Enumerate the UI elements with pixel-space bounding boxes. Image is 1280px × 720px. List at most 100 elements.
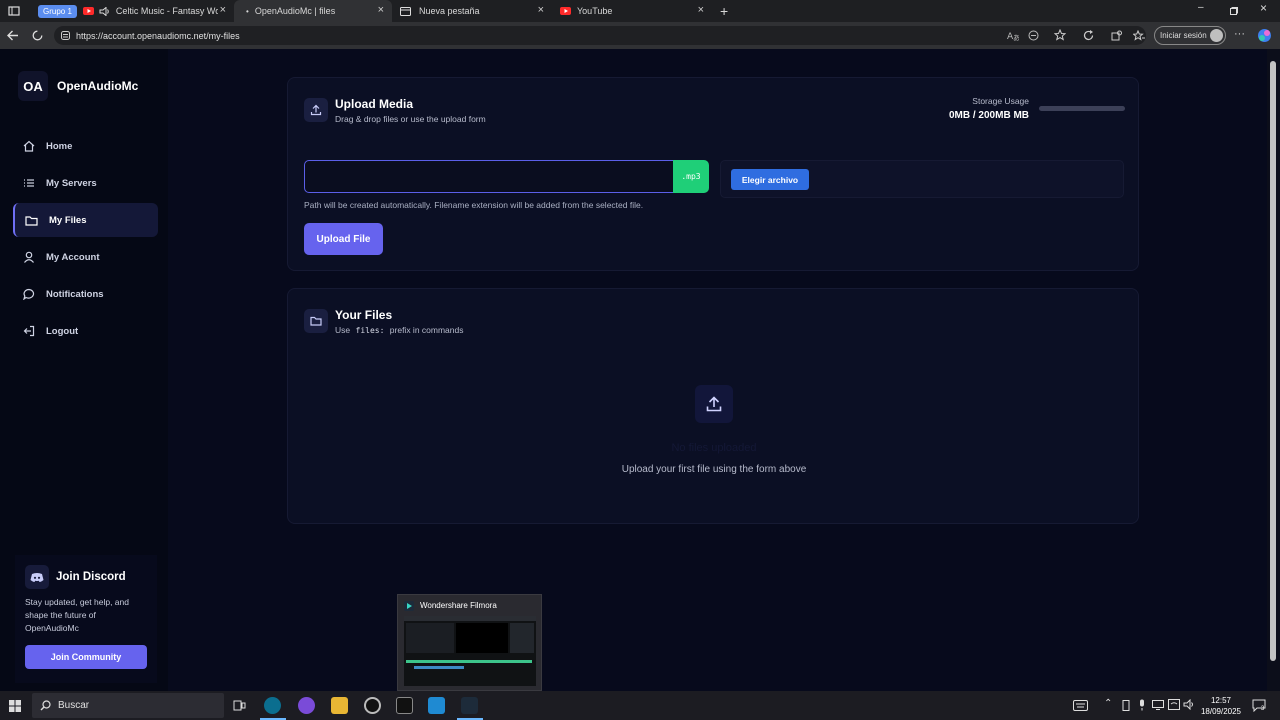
storage-progress-bar [1039, 106, 1125, 111]
sidebar-item-label: Notifications [46, 288, 104, 300]
upload-empty-state-icon [695, 385, 733, 423]
files-card-title: Your Files [335, 308, 393, 322]
window-controls: – × [1192, 1, 1272, 18]
terminal-icon[interactable] [396, 697, 413, 714]
scrollbar-thumb[interactable] [1270, 61, 1276, 661]
youtube-icon [560, 7, 571, 15]
sidebar-item-label: Home [46, 140, 73, 152]
restore-icon[interactable] [1230, 7, 1238, 15]
notification-count-badge: 3 [1261, 706, 1265, 712]
search-icon [40, 700, 51, 711]
sidebar-item-my-servers[interactable]: My Servers [13, 166, 158, 200]
display-icon[interactable] [1152, 700, 1164, 710]
page-scrollbar[interactable] [1267, 49, 1280, 691]
brand-logo[interactable]: OA [18, 71, 48, 101]
refresh-extension-icon[interactable] [1083, 30, 1094, 41]
tab-openaudiomc-files[interactable]: • OpenAudioMc | files × [234, 0, 392, 22]
start-windows-icon[interactable] [9, 700, 21, 712]
upload-card-title: Upload Media [335, 97, 414, 111]
windows-taskbar: Buscar ⌃ 12:57 18/09/2025 3 [0, 691, 1280, 720]
keyboard-icon[interactable] [1073, 700, 1088, 711]
files-card-subtitle: Use files: prefix in commands [335, 325, 463, 335]
join-community-button[interactable]: Join Community [25, 645, 147, 669]
file-path-input[interactable] [304, 160, 674, 193]
close-tab-icon[interactable]: × [538, 4, 544, 16]
filmora-taskbar-icon[interactable] [461, 697, 478, 714]
discord-card: Join Discord Stay updated, get help, and… [15, 555, 157, 683]
reading-mode-icon[interactable] [1028, 30, 1039, 41]
filmora-icon [404, 601, 414, 611]
back-arrow-icon[interactable] [7, 30, 19, 41]
upload-media-card: Upload Media Drag & drop files or use th… [287, 77, 1139, 271]
brand-name[interactable]: OpenAudioMc [57, 79, 138, 93]
url-text[interactable]: https://account.openaudiomc.net/my-files [76, 31, 240, 41]
new-tab-button[interactable]: + [712, 0, 742, 22]
chrome-like-app-icon[interactable] [364, 697, 381, 714]
close-window-icon[interactable]: × [1260, 1, 1267, 15]
tab-youtube[interactable]: YouTube × [552, 0, 712, 22]
site-info-icon[interactable] [61, 31, 70, 40]
tab-group-label[interactable]: Grupo 1 [38, 4, 77, 18]
loading-spinner-icon[interactable] [32, 30, 43, 41]
volume-icon[interactable] [1183, 699, 1195, 710]
tab-title: OpenAudioMc | files [254, 6, 336, 16]
sidebar-item-logout[interactable]: Logout [13, 314, 158, 348]
taskbar-clock[interactable]: 12:57 18/09/2025 [1196, 695, 1246, 717]
subtitle-prefix-text: Use [335, 325, 351, 335]
list-icon [24, 179, 34, 187]
subtitle-suffix-text: prefix in commands [389, 325, 464, 335]
messenger-app-icon[interactable] [298, 697, 315, 714]
search-placeholder: Buscar [58, 700, 90, 711]
choose-file-button[interactable]: Elegir archivo [731, 169, 809, 190]
tab-celtic-music[interactable]: Grupo 1 Celtic Music - Fantasy World × [30, 0, 234, 22]
sidebar-item-my-account[interactable]: My Account [13, 240, 158, 274]
file-explorer-icon[interactable] [331, 697, 348, 714]
copilot-icon[interactable] [1257, 28, 1272, 43]
sign-in-button[interactable]: Iniciar sesión [1154, 26, 1226, 45]
task-view-icon[interactable] [233, 699, 246, 712]
vscode-icon[interactable] [428, 697, 445, 714]
sign-in-label: Iniciar sesión [1160, 31, 1207, 40]
favorites-icon[interactable] [1133, 30, 1145, 41]
upload-file-button[interactable]: Upload File [304, 223, 383, 255]
taskbar-window-preview[interactable]: Wondershare Filmora [397, 594, 542, 691]
storage-usage-label: Storage Usage [972, 96, 1029, 106]
main-content: Upload Media Drag & drop files or use th… [168, 49, 1267, 691]
favorite-star-icon[interactable] [1054, 29, 1066, 41]
more-options-icon[interactable]: ··· [1234, 28, 1245, 40]
address-bar[interactable]: https://account.openaudiomc.net/my-files… [54, 26, 1146, 45]
files-prefix-code: files: [355, 326, 385, 335]
upload-card-subtitle: Drag & drop files or use the upload form [335, 114, 486, 124]
tab-new-tab[interactable]: Nueva pestaña × [392, 0, 552, 22]
file-chooser-area[interactable]: Elegir archivo [720, 160, 1124, 198]
sidebar-item-my-files[interactable]: My Files [13, 203, 158, 237]
tab-title: Celtic Music - Fantasy World [115, 6, 218, 16]
translate-icon[interactable]: Aあ [1007, 30, 1019, 41]
sidebar: OA OpenAudioMc Home My Servers My Files … [0, 49, 168, 691]
minimize-icon[interactable]: – [1198, 2, 1204, 13]
workspaces-button[interactable] [0, 0, 30, 22]
browser-tab-bar: Grupo 1 Celtic Music - Fantasy World × •… [0, 0, 1280, 22]
clock-date: 18/09/2025 [1200, 707, 1242, 716]
discord-title: Join Discord [56, 571, 126, 583]
chevron-up-icon[interactable]: ⌃ [1104, 698, 1112, 709]
extensions-icon[interactable] [1111, 30, 1122, 41]
logo-mark: OA [23, 78, 43, 94]
wifi-icon[interactable] [1168, 699, 1180, 710]
new-tab-page-icon [400, 6, 411, 16]
close-tab-icon[interactable]: × [698, 4, 704, 16]
sidebar-item-home[interactable]: Home [13, 129, 158, 163]
close-tab-icon[interactable]: × [378, 4, 384, 16]
sidebar-item-notifications[interactable]: Notifications [13, 277, 158, 311]
tab-title: YouTube [577, 6, 613, 16]
preview-thumbnail [404, 616, 536, 686]
folder-icon [25, 215, 38, 226]
logout-icon [23, 325, 35, 337]
folder-icon [304, 309, 328, 333]
speaker-icon[interactable] [99, 6, 110, 16]
microphone-icon[interactable] [1138, 699, 1146, 711]
discord-description: Stay updated, get help, and shape the fu… [25, 597, 129, 633]
usb-device-icon[interactable] [1121, 700, 1131, 711]
close-tab-icon[interactable]: × [220, 4, 226, 16]
taskbar-search-box[interactable]: Buscar [32, 693, 224, 718]
